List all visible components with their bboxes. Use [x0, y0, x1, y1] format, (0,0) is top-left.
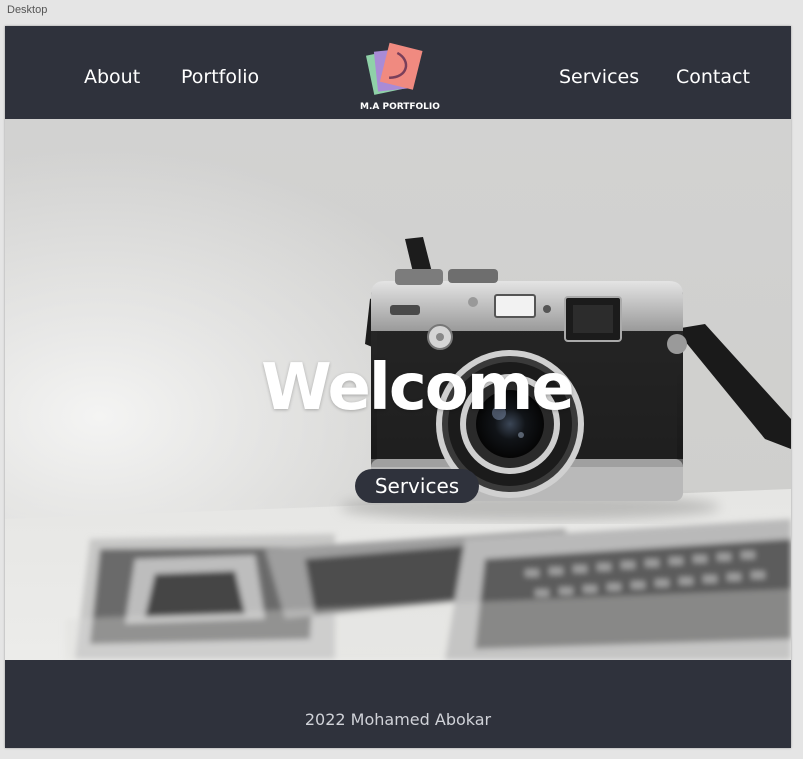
nav-link-portfolio[interactable]: Portfolio: [181, 66, 259, 88]
hero-services-button[interactable]: Services: [355, 469, 479, 503]
logo[interactable]: M.A PORTFOLIO: [360, 38, 440, 116]
footer: 2022 Mohamed Abokar: [5, 660, 791, 748]
stacked-photos-icon: [365, 42, 423, 95]
footer-copyright: 2022 Mohamed Abokar: [304, 710, 492, 729]
portfolio-page: About Portfolio M.A PORTFOLIO Services C…: [5, 26, 791, 748]
nav-link-contact[interactable]: Contact: [676, 66, 750, 88]
hero-heading: Welcome: [261, 351, 575, 425]
nav-link-about[interactable]: About: [84, 66, 140, 88]
artboard-label: Desktop: [7, 4, 48, 16]
logo-text: M.A PORTFOLIO: [360, 102, 440, 112]
nav-link-services[interactable]: Services: [559, 66, 639, 88]
hero-section: Welcome Services: [5, 119, 791, 660]
navbar: About Portfolio M.A PORTFOLIO Services C…: [5, 26, 791, 119]
